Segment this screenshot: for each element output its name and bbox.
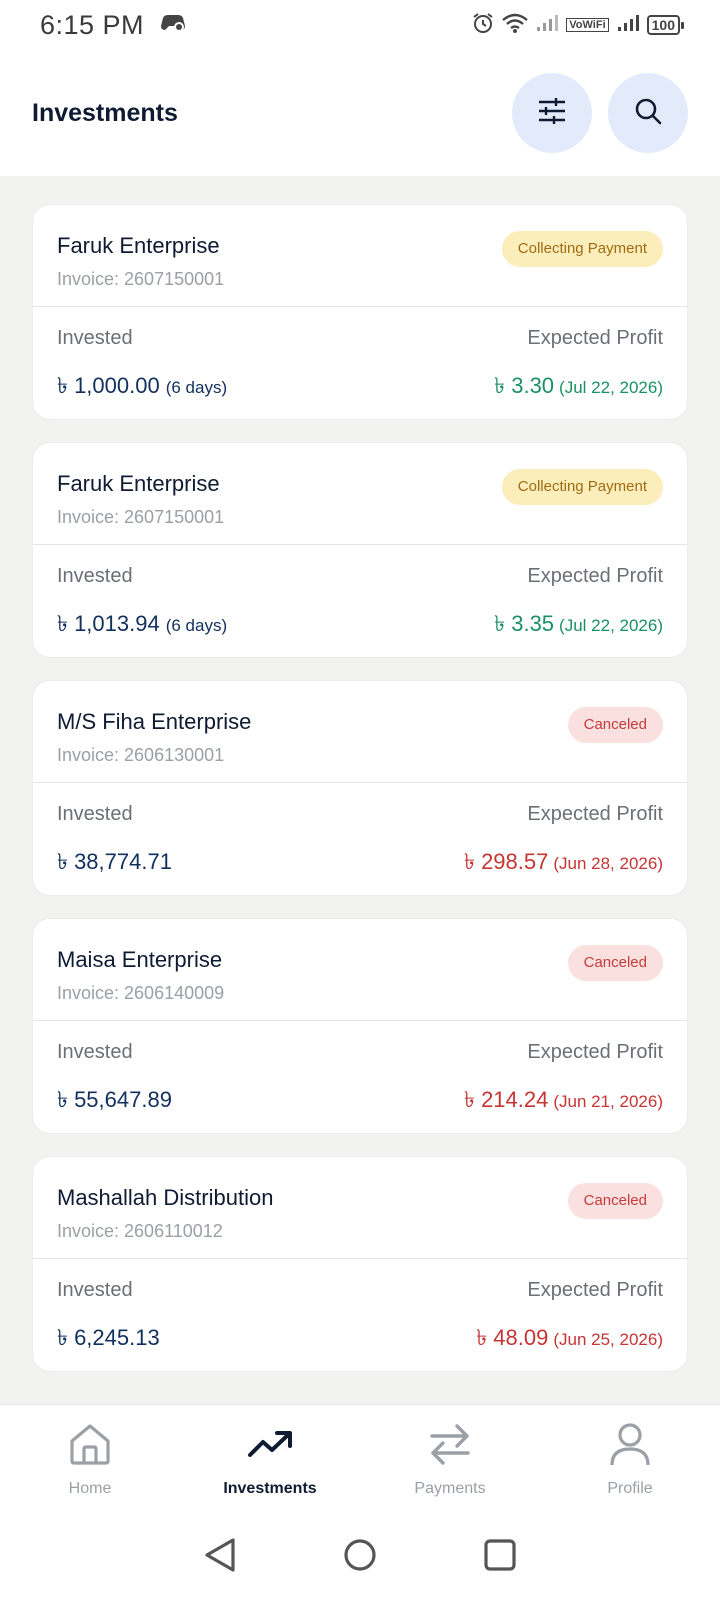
nav-label: Home: [68, 1480, 112, 1497]
user-icon: [607, 1421, 653, 1472]
investment-card[interactable]: M/S Fiha Enterprise Invoice: 2606130001 …: [32, 680, 688, 896]
expected-profit-label: Expected Profit: [527, 1041, 663, 1063]
company-name: Mashallah Distribution: [57, 1185, 274, 1210]
system-navigation-bar: [0, 1514, 720, 1600]
invested-label: Invested: [57, 803, 133, 825]
company-name: Faruk Enterprise: [57, 471, 220, 496]
sliders-icon: [537, 97, 567, 130]
home-circle-icon[interactable]: [343, 1538, 377, 1577]
status-badge: Canceled: [567, 1183, 663, 1219]
company-name: Maisa Enterprise: [57, 947, 223, 972]
investment-list[interactable]: Faruk Enterprise Invoice: 2607150001 Col…: [0, 176, 720, 1404]
invoice-number: Invoice: 2606130001: [57, 745, 225, 765]
profit-date: (Jun 21, 2026): [553, 1092, 663, 1111]
recents-icon[interactable]: [483, 1538, 517, 1577]
wifi-icon: [502, 13, 529, 38]
invoice-number: Invoice: 2607150001: [57, 269, 225, 289]
investment-duration: (6 days): [165, 378, 228, 397]
bottom-navigation: Home Investments Payments Profile: [0, 1404, 720, 1514]
invested-amount: ৳ 1,000.00: [57, 373, 160, 398]
invested-amount: ৳ 38,774.71: [57, 849, 172, 874]
expected-profit-label: Expected Profit: [527, 327, 663, 349]
invested-label: Invested: [57, 1041, 133, 1063]
nav-label: Investments: [223, 1480, 317, 1497]
profit-amount: ৳ 3.35: [494, 611, 555, 636]
filter-button[interactable]: [512, 73, 592, 153]
back-icon[interactable]: [203, 1537, 237, 1578]
battery-indicator: 100: [646, 15, 685, 35]
trending-up-icon: [247, 1421, 293, 1472]
investment-card[interactable]: Mashallah Distribution Invoice: 26061100…: [32, 1156, 688, 1372]
status-badge: Canceled: [567, 945, 663, 981]
profit-amount: ৳ 214.24: [464, 1087, 549, 1112]
profit-amount: ৳ 3.30: [494, 373, 555, 398]
nav-payments[interactable]: Payments: [365, 1421, 535, 1498]
page-title: Investments: [32, 98, 178, 127]
invested-amount: ৳ 6,245.13: [57, 1325, 160, 1350]
alarm-icon: [472, 12, 494, 39]
nav-label: Payments: [414, 1480, 486, 1497]
status-badge: Collecting Payment: [501, 469, 663, 505]
investment-card[interactable]: Faruk Enterprise Invoice: 2607150001 Col…: [32, 442, 688, 658]
profit-amount: ৳ 48.09: [476, 1325, 549, 1350]
investment-card[interactable]: Maisa Enterprise Invoice: 2606140009 Can…: [32, 918, 688, 1134]
search-icon: [634, 97, 662, 130]
expected-profit-label: Expected Profit: [527, 803, 663, 825]
signal-icon: [617, 14, 639, 37]
profit-date: (Jun 25, 2026): [553, 1330, 663, 1349]
invoice-number: Invoice: 2607150001: [57, 507, 225, 527]
expected-profit-label: Expected Profit: [527, 565, 663, 587]
status-badge: Collecting Payment: [501, 231, 663, 267]
vowifi-badge: VoWiFi: [566, 18, 609, 32]
investment-duration: (6 days): [165, 616, 228, 635]
invested-label: Invested: [57, 1279, 133, 1301]
investment-card[interactable]: Faruk Enterprise Invoice: 2607150001 Col…: [32, 204, 688, 420]
status-badge: Canceled: [567, 707, 663, 743]
invested-label: Invested: [57, 327, 133, 349]
nav-label: Profile: [607, 1480, 653, 1497]
company-name: M/S Fiha Enterprise: [57, 709, 252, 734]
status-time: 6:15 PM: [40, 9, 145, 40]
swap-arrows-icon: [427, 1421, 473, 1472]
search-button[interactable]: [608, 73, 688, 153]
nav-profile[interactable]: Profile: [545, 1421, 715, 1498]
game-controller-icon: [160, 12, 186, 39]
invoice-number: Invoice: 2606110012: [57, 1221, 223, 1241]
profit-amount: ৳ 298.57: [464, 849, 549, 874]
invested-label: Invested: [57, 565, 133, 587]
status-bar: 6:15 PM VoWiFi 100: [0, 0, 720, 50]
profit-date: (Jun 28, 2026): [553, 854, 663, 873]
signal-weak-icon: [536, 14, 559, 37]
home-icon: [67, 1421, 113, 1472]
invoice-number: Invoice: 2606140009: [57, 983, 225, 1003]
nav-home[interactable]: Home: [5, 1421, 175, 1498]
nav-investments[interactable]: Investments: [185, 1421, 355, 1498]
app-header: Investments: [0, 50, 720, 176]
company-name: Faruk Enterprise: [57, 233, 220, 258]
profit-date: (Jul 22, 2026): [559, 616, 663, 635]
invested-amount: ৳ 1,013.94: [57, 611, 160, 636]
expected-profit-label: Expected Profit: [527, 1279, 663, 1301]
profit-date: (Jul 22, 2026): [559, 378, 663, 397]
invested-amount: ৳ 55,647.89: [57, 1087, 172, 1112]
